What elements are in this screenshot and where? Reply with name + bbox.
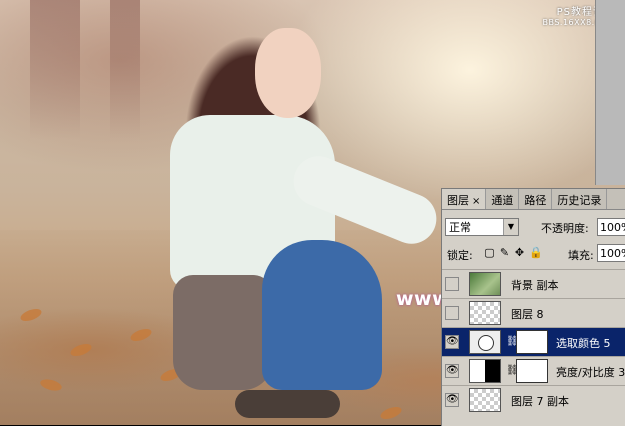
opacity-input[interactable]: 100% — [597, 218, 625, 236]
layer-row[interactable]: 👁 ⛓ 亮度/对比度 3 — [442, 356, 625, 385]
fill-input[interactable]: 100% — [597, 244, 625, 262]
layer-name: 背景 副本 — [511, 279, 559, 292]
eye-icon[interactable]: 👁 — [445, 364, 459, 378]
lock-pixels-icon[interactable]: ✎ — [499, 246, 510, 259]
layer-mask-thumbnail[interactable] — [516, 359, 548, 383]
layers-panel: 图层× 通道 路径 历史记录 正常 ▼ 不透明度: 100% 锁定: ▢ ✎ ✥… — [441, 188, 625, 426]
woman-jeans — [262, 240, 382, 390]
layer-name: 图层 7 副本 — [511, 395, 569, 408]
blend-mode-select[interactable]: 正常 ▼ — [445, 218, 519, 236]
lock-label: 锁定: — [447, 249, 473, 262]
layer-row[interactable]: 背景 副本 — [442, 269, 625, 298]
brightness-contrast-icon — [469, 359, 501, 383]
lock-all-icon[interactable]: 🔒 — [529, 246, 543, 259]
chevron-down-icon[interactable]: ▼ — [503, 219, 518, 235]
layer-name: 选取颜色 5 — [556, 337, 611, 350]
eye-icon[interactable]: 👁 — [445, 335, 459, 349]
visibility-toggle[interactable] — [445, 306, 459, 320]
tab-channels[interactable]: 通道 — [486, 189, 520, 209]
tab-paths[interactable]: 路径 — [519, 189, 553, 209]
tab-layers[interactable]: 图层 × — [442, 189, 487, 209]
canvas-scrollbar[interactable] — [595, 0, 625, 185]
layer-name: 亮度/对比度 3 — [556, 366, 625, 379]
selective-color-icon — [469, 330, 501, 354]
woman-face — [255, 28, 321, 118]
eye-icon[interactable]: 👁 — [445, 393, 459, 407]
lock-transparency-icon[interactable]: ▢ — [484, 246, 495, 259]
layer-name: 图层 8 — [511, 308, 544, 321]
lock-position-icon[interactable]: ✥ — [514, 246, 525, 259]
woman-sandals — [235, 390, 340, 418]
woman-floral-skirt — [173, 275, 273, 390]
opacity-label: 不透明度: — [541, 222, 589, 235]
layer-mask-thumbnail[interactable] — [516, 330, 548, 354]
visibility-toggle[interactable] — [445, 277, 459, 291]
blend-mode-value: 正常 — [449, 221, 471, 234]
layer-row-selected[interactable]: 👁 ⛓ 选取颜色 5 — [442, 327, 625, 356]
fill-label: 填充: — [568, 249, 594, 262]
layer-thumbnail — [469, 272, 501, 296]
layer-list: 背景 副本 图层 8 👁 ⛓ 选取颜色 5 👁 ⛓ 亮度/对比度 3 👁 图层 … — [442, 269, 625, 414]
tab-history[interactable]: 历史记录 — [552, 189, 608, 209]
background-tree — [30, 0, 80, 140]
layer-thumbnail — [469, 388, 501, 412]
close-icon[interactable]: × — [472, 196, 480, 207]
layer-row[interactable]: 👁 图层 7 副本 — [442, 385, 625, 414]
panel-tabs: 图层 × 通道 路径 历史记录 — [442, 189, 625, 210]
layer-row[interactable]: 图层 8 — [442, 298, 625, 327]
background-tree — [110, 0, 140, 140]
layer-thumbnail — [469, 301, 501, 325]
